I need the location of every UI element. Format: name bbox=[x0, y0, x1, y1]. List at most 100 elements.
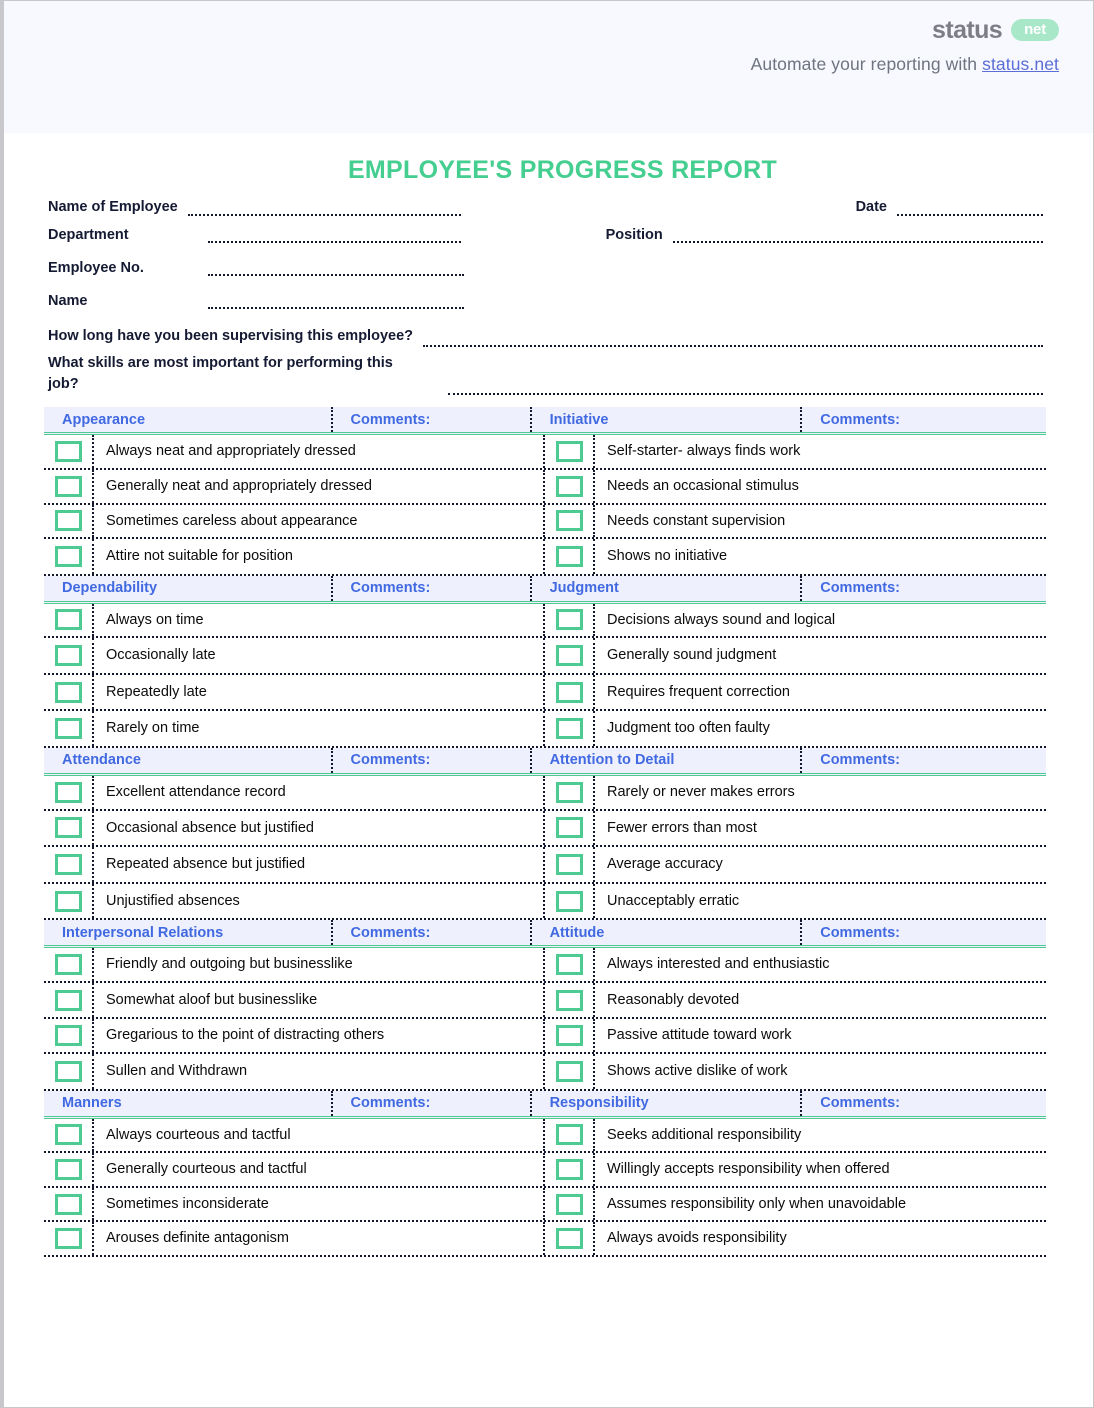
row-half-right: Needs an occasional stimulus bbox=[545, 469, 1046, 503]
checkbox-icon[interactable] bbox=[54, 1124, 82, 1146]
row-half-right: Rarely or never makes errors bbox=[545, 776, 1046, 809]
checkbox-cell[interactable] bbox=[545, 810, 595, 846]
checkbox-icon[interactable] bbox=[54, 1228, 82, 1250]
checkbox-icon[interactable] bbox=[54, 954, 82, 976]
checkbox-cell[interactable] bbox=[545, 1222, 595, 1255]
checkbox-cell[interactable] bbox=[545, 539, 595, 574]
checkbox-cell[interactable] bbox=[545, 1118, 595, 1152]
checkbox-cell[interactable] bbox=[545, 776, 595, 809]
checkbox-cell[interactable] bbox=[44, 435, 94, 468]
checkbox-cell[interactable] bbox=[44, 847, 94, 882]
checkbox-icon[interactable] bbox=[555, 890, 583, 912]
checkbox-cell[interactable] bbox=[44, 1054, 94, 1089]
checkbox-cell[interactable] bbox=[545, 504, 595, 538]
table-row: Excellent attendance record Rarely or ne… bbox=[44, 776, 1046, 811]
checkbox-icon[interactable] bbox=[54, 645, 82, 667]
row-half-right: Unacceptably erratic bbox=[545, 883, 1046, 919]
checkbox-icon[interactable] bbox=[54, 609, 82, 631]
form-row-name: Name bbox=[48, 287, 1043, 310]
checkbox-icon[interactable] bbox=[555, 1124, 583, 1146]
checkbox-icon[interactable] bbox=[555, 954, 583, 976]
checkbox-cell[interactable] bbox=[44, 776, 94, 809]
checkbox-cell[interactable] bbox=[545, 674, 595, 710]
checkbox-cell[interactable] bbox=[44, 982, 94, 1018]
checkbox-icon[interactable] bbox=[54, 1193, 82, 1215]
checkbox-cell[interactable] bbox=[44, 1118, 94, 1152]
checkbox-cell[interactable] bbox=[44, 603, 94, 637]
checkbox-icon[interactable] bbox=[555, 817, 583, 839]
checkbox-icon[interactable] bbox=[54, 718, 82, 740]
checkbox-icon[interactable] bbox=[555, 510, 583, 532]
checkbox-icon[interactable] bbox=[54, 441, 82, 463]
checkbox-icon[interactable] bbox=[54, 989, 82, 1011]
checkbox-icon[interactable] bbox=[54, 1060, 82, 1082]
input-q-supervising[interactable] bbox=[423, 333, 1043, 348]
checkbox-cell[interactable] bbox=[545, 847, 595, 882]
input-date[interactable] bbox=[897, 201, 1043, 216]
checkbox-cell[interactable] bbox=[545, 435, 595, 468]
checkbox-icon[interactable] bbox=[555, 645, 583, 667]
checkbox-cell[interactable] bbox=[44, 948, 94, 981]
checkbox-cell[interactable] bbox=[545, 469, 595, 503]
checkbox-icon[interactable] bbox=[555, 1193, 583, 1215]
checkbox-cell[interactable] bbox=[44, 539, 94, 574]
checkbox-cell[interactable] bbox=[44, 504, 94, 538]
checkbox-icon[interactable] bbox=[54, 681, 82, 703]
checkbox-cell[interactable] bbox=[545, 638, 595, 673]
checkbox-icon[interactable] bbox=[555, 989, 583, 1011]
checkbox-icon[interactable] bbox=[555, 1060, 583, 1082]
input-employee-no[interactable] bbox=[208, 261, 464, 277]
checkbox-icon[interactable] bbox=[555, 718, 583, 740]
input-department[interactable] bbox=[208, 228, 461, 244]
checkbox-icon[interactable] bbox=[555, 441, 583, 463]
section-header: Appearance Comments: Initiative Comments… bbox=[44, 407, 1046, 436]
input-position[interactable] bbox=[672, 228, 1043, 244]
checkbox-cell[interactable] bbox=[545, 1153, 595, 1186]
checkbox-cell[interactable] bbox=[44, 711, 94, 747]
checkbox-cell[interactable] bbox=[44, 1187, 94, 1221]
checkbox-icon[interactable] bbox=[555, 475, 583, 497]
input-name-of-employee[interactable] bbox=[187, 201, 461, 216]
checkbox-cell[interactable] bbox=[545, 1054, 595, 1089]
row-half-right: Shows no initiative bbox=[545, 539, 1046, 574]
checkbox-cell[interactable] bbox=[44, 1019, 94, 1053]
checkbox-icon[interactable] bbox=[54, 545, 82, 567]
checkbox-cell[interactable] bbox=[44, 638, 94, 673]
checkbox-cell[interactable] bbox=[545, 711, 595, 747]
checkbox-cell[interactable] bbox=[545, 982, 595, 1018]
checkbox-icon[interactable] bbox=[54, 781, 82, 803]
row-half-left: Occasional absence but justified bbox=[44, 810, 545, 846]
checkbox-cell[interactable] bbox=[44, 469, 94, 503]
checkbox-cell[interactable] bbox=[44, 1222, 94, 1255]
checkbox-icon[interactable] bbox=[555, 545, 583, 567]
statusnet-link[interactable]: status.net bbox=[982, 54, 1059, 74]
checkbox-cell[interactable] bbox=[44, 810, 94, 846]
checkbox-icon[interactable] bbox=[54, 510, 82, 532]
checkbox-icon[interactable] bbox=[555, 1228, 583, 1250]
checkbox-icon[interactable] bbox=[54, 1159, 82, 1180]
checkbox-icon[interactable] bbox=[54, 853, 82, 875]
checkbox-cell[interactable] bbox=[44, 883, 94, 919]
checkbox-icon[interactable] bbox=[555, 1159, 583, 1180]
row-half-left: Repeated absence but justified bbox=[44, 847, 545, 882]
brand-tagline: Automate your reporting with status.net bbox=[4, 54, 1059, 75]
checkbox-cell[interactable] bbox=[545, 1019, 595, 1053]
checkbox-icon[interactable] bbox=[555, 681, 583, 703]
section-body: Excellent attendance record Rarely or ne… bbox=[44, 776, 1046, 921]
checkbox-icon[interactable] bbox=[555, 853, 583, 875]
checkbox-icon[interactable] bbox=[54, 890, 82, 912]
checkbox-cell[interactable] bbox=[545, 948, 595, 981]
checkbox-icon[interactable] bbox=[54, 1025, 82, 1047]
checkbox-cell[interactable] bbox=[44, 1153, 94, 1186]
checkbox-icon[interactable] bbox=[54, 817, 82, 839]
checkbox-cell[interactable] bbox=[545, 603, 595, 637]
checkbox-cell[interactable] bbox=[44, 674, 94, 710]
input-name[interactable] bbox=[208, 294, 464, 310]
checkbox-icon[interactable] bbox=[555, 781, 583, 803]
checkbox-icon[interactable] bbox=[555, 1025, 583, 1047]
checkbox-icon[interactable] bbox=[555, 609, 583, 631]
input-q-skills[interactable] bbox=[448, 381, 1043, 396]
checkbox-cell[interactable] bbox=[545, 883, 595, 919]
checkbox-cell[interactable] bbox=[545, 1187, 595, 1221]
checkbox-icon[interactable] bbox=[54, 475, 82, 497]
